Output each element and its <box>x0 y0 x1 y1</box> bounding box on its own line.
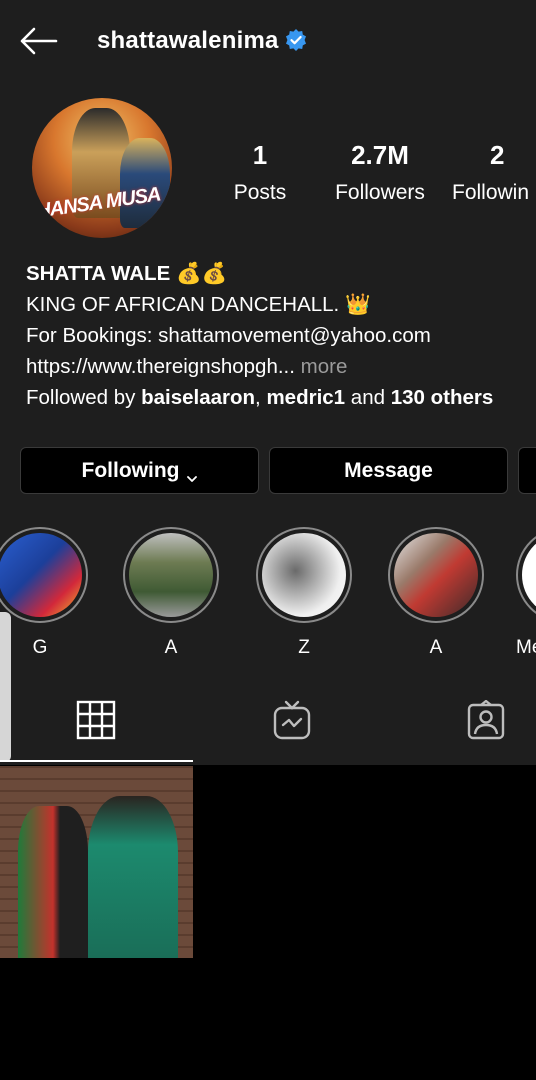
highlight-thumbnail <box>262 533 346 617</box>
profile-avatar[interactable]: HANSA MUSA <box>32 98 172 238</box>
stat-posts-label: Posts <box>233 181 287 204</box>
highlight-thumbnail <box>394 533 478 617</box>
message-button-label: Message <box>344 458 433 482</box>
highlight-item[interactable]: G <box>0 527 90 659</box>
highlight-label: A <box>164 637 178 658</box>
suggested-accounts-button[interactable] <box>518 447 536 494</box>
stat-following[interactable]: 2 Followin <box>452 140 536 205</box>
stat-followers[interactable]: 2.7M Followers <box>330 140 430 205</box>
highlight-item[interactable]: A <box>386 527 486 659</box>
stat-following-value: 2 <box>490 140 505 170</box>
money-bag-emoji-icon: 💰💰 <box>175 262 228 285</box>
highlight-label: Me <box>516 637 536 658</box>
bio-line-title: KING OF AFRICAN DANCEHALL. <box>26 293 340 316</box>
highlight-ring <box>0 527 88 623</box>
followed-by-line[interactable]: Followed by baiselaaron, medric1 and 130… <box>26 382 493 413</box>
crown-emoji-icon: 👑 <box>344 293 371 316</box>
tab-igtv[interactable] <box>272 700 312 740</box>
highlight-item[interactable]: Z <box>254 527 354 659</box>
verified-badge-icon <box>285 29 307 51</box>
bio-link[interactable]: https://www.thereignshopgh... <box>26 355 295 378</box>
profile-username: shattawalenima <box>97 27 307 55</box>
tab-tagged[interactable] <box>466 699 506 740</box>
username-text: shattawalenima <box>97 27 279 54</box>
avatar-figure-right <box>120 138 170 228</box>
screen-edge-handle[interactable] <box>0 612 11 762</box>
highlight-label: Z <box>298 637 310 658</box>
highlight-thumbnail <box>129 533 213 617</box>
highlight-ring <box>388 527 484 623</box>
post-thumbnail[interactable] <box>0 766 193 958</box>
highlight-item[interactable]: Me <box>516 527 536 659</box>
tab-grid[interactable] <box>76 700 116 740</box>
display-name: SHATTA WALE <box>26 262 171 285</box>
followed-user-1: baiselaaron <box>141 386 256 409</box>
following-button-label: Following <box>81 458 180 482</box>
followed-separator: , <box>255 386 267 409</box>
back-arrow-icon[interactable] <box>18 26 58 56</box>
highlight-ring <box>516 527 536 623</box>
bio-more-link[interactable]: more <box>301 355 348 378</box>
grid-icon <box>76 700 116 740</box>
post-figure-left <box>18 806 88 958</box>
highlight-label: G <box>32 637 48 658</box>
highlight-label: A <box>429 637 443 658</box>
message-button[interactable]: Message <box>269 447 508 494</box>
profile-header-area: shattawalenima HANSA MUSA 1 Posts 2.7M F… <box>0 0 536 765</box>
highlight-ring <box>256 527 352 623</box>
highlight-ring <box>123 527 219 623</box>
highlight-thumbnail <box>522 533 536 617</box>
post-figure-right <box>88 796 178 958</box>
stat-posts-value: 1 <box>252 140 268 170</box>
stat-following-label: Followin <box>452 181 530 204</box>
stat-followers-label: Followers <box>335 181 425 204</box>
following-button[interactable]: Following <box>20 447 259 494</box>
followed-by-prefix: Followed by <box>26 386 142 409</box>
followed-and: and <box>345 386 391 409</box>
tagged-person-icon <box>467 699 505 740</box>
bio-line-bookings: For Bookings: shattamovement@yahoo.com <box>26 324 431 347</box>
chevron-down-icon <box>187 466 198 482</box>
followed-others: 130 others <box>390 386 494 409</box>
igtv-icon <box>273 700 311 740</box>
highlight-item[interactable]: A <box>121 527 221 659</box>
stat-followers-value: 2.7M <box>351 140 409 170</box>
highlight-thumbnail <box>0 533 82 617</box>
active-tab-indicator <box>0 760 193 762</box>
stat-posts[interactable]: 1 Posts <box>230 140 290 205</box>
followed-user-2: medric1 <box>266 386 346 409</box>
profile-bio: SHATTA WALE 💰💰 KING OF AFRICAN DANCEHALL… <box>26 258 493 413</box>
